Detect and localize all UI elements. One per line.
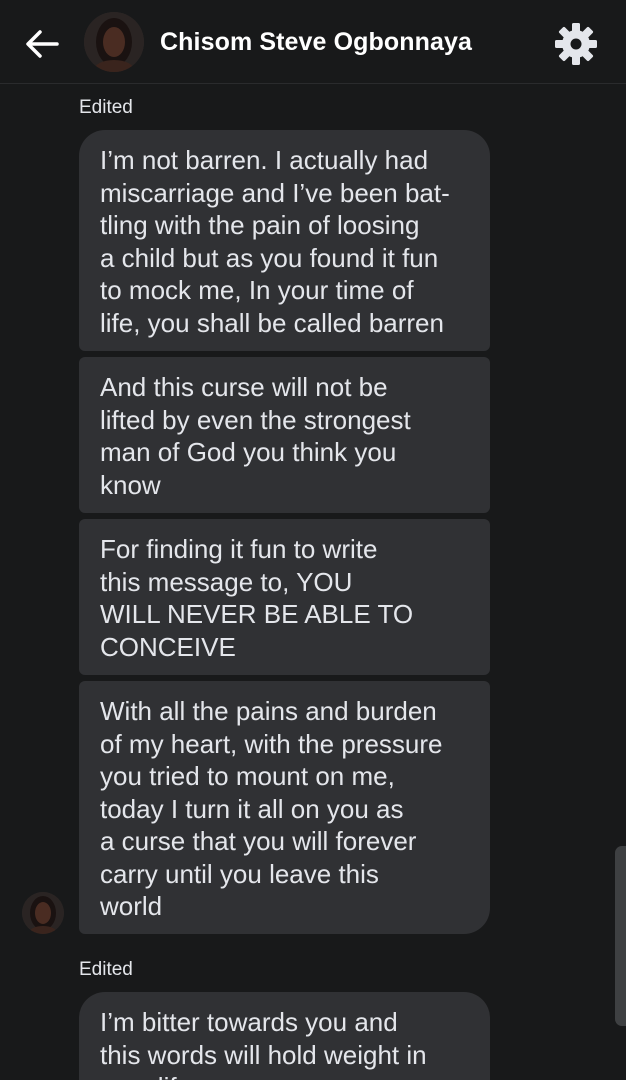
- contact-name[interactable]: Chisom Steve Ogbonnaya: [160, 28, 472, 57]
- gear-icon: [555, 23, 597, 65]
- edited-label: Edited: [79, 97, 133, 118]
- message-bubble[interactable]: I’m not barren. I actually had miscarria…: [79, 130, 490, 351]
- message-bubble[interactable]: For finding it fun to write this message…: [79, 519, 490, 675]
- settings-button[interactable]: [554, 22, 598, 66]
- message-bubble[interactable]: I’m bitter towards you and this words wi…: [79, 992, 490, 1080]
- message-bubble[interactable]: With all the pains and burden of my hear…: [79, 681, 490, 934]
- arrow-left-icon: [26, 30, 59, 58]
- message-bubble[interactable]: And this curse will not be lifted by eve…: [79, 357, 490, 513]
- sender-avatar[interactable]: [22, 892, 64, 934]
- scrollbar-handle[interactable]: [615, 846, 626, 1026]
- back-button[interactable]: [22, 24, 62, 64]
- edited-label: Edited: [79, 959, 133, 980]
- chat-header: Chisom Steve Ogbonnaya: [0, 0, 626, 84]
- contact-avatar[interactable]: [84, 12, 144, 72]
- messenger-chat-screen: Chisom Steve Ogbonnaya Edited I’m not ba: [0, 0, 626, 1080]
